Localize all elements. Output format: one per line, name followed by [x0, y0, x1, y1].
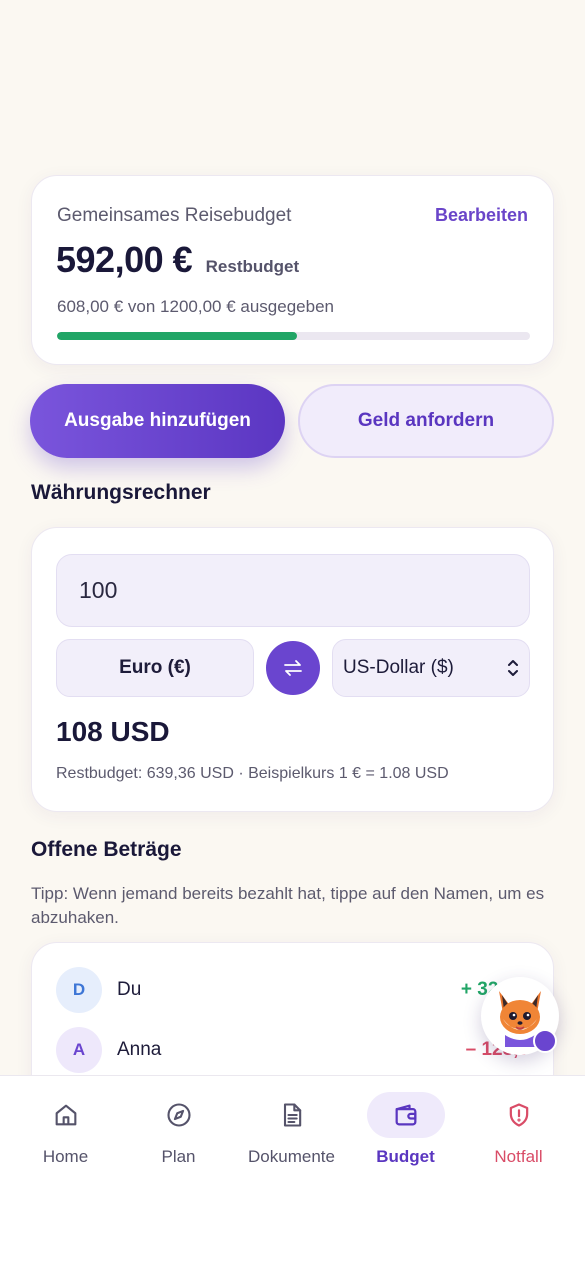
request-money-button[interactable]: Geld anfordern: [298, 384, 554, 458]
bottom-navigation: Home Plan Dokumente Budget Notfall: [0, 1075, 585, 1268]
nav-label: Home: [42, 1147, 89, 1166]
budget-title: Gemeinsames Reisebudget: [57, 205, 292, 226]
conversion-note: Restbudget: 639,36 USD · Beispielkurs 1 …: [56, 765, 449, 782]
avatar: A: [56, 1027, 102, 1073]
compass-icon: [166, 1103, 191, 1127]
open-amounts-tip: Tipp: Wenn jemand bereits bezahlt hat, t…: [31, 884, 545, 927]
person-name: Anna: [117, 1039, 162, 1060]
nav-item-budget[interactable]: Budget: [349, 1076, 462, 1186]
nav-label: Dokumente: [248, 1147, 335, 1166]
spent-summary: 608,00 € von 1200,00 € ausgegeben: [57, 297, 334, 316]
nav-label: Budget: [376, 1147, 435, 1166]
nav-label: Notfall: [494, 1147, 543, 1166]
nav-item-home[interactable]: Home: [9, 1076, 122, 1186]
document-icon: [283, 1103, 301, 1127]
person-name: Du: [117, 979, 142, 1000]
select-chevron-icon: [507, 657, 519, 681]
to-currency-select[interactable]: US-Dollar ($): [332, 639, 530, 697]
budget-progress-fill: [57, 332, 297, 340]
nav-item-dokumente[interactable]: Dokumente: [235, 1076, 348, 1186]
open-amounts-title: Offene Beträge: [31, 838, 182, 861]
home-icon: [55, 1104, 76, 1126]
nav-item-plan[interactable]: Plan: [122, 1076, 235, 1186]
swap-icon: [284, 660, 302, 676]
wallet-icon: [395, 1104, 416, 1126]
from-currency-button[interactable]: Euro (€): [56, 639, 254, 697]
amount-input[interactable]: 100: [56, 554, 530, 627]
currency-converter-card: 100 Euro (€) US-Dollar ($) 108 USD Restb…: [31, 527, 554, 812]
list-item[interactable]: D Du + 320: [56, 967, 531, 1013]
conversion-result: 108 USD: [56, 716, 170, 747]
remaining-amount: 592,00 € Restbudget: [56, 239, 299, 281]
swap-currencies-button[interactable]: [266, 641, 320, 695]
nav-item-notfall[interactable]: Notfall: [462, 1076, 575, 1186]
shield-alert-icon: [509, 1103, 528, 1127]
to-currency-value: US-Dollar ($): [343, 657, 454, 678]
remaining-amount-value: 592,00 €: [56, 239, 193, 280]
nav-label: Plan: [161, 1147, 196, 1166]
budget-card: Gemeinsames Reisebudget Bearbeiten 592,0…: [31, 175, 554, 365]
edit-budget-link[interactable]: Bearbeiten: [435, 205, 528, 226]
chat-badge-icon: [533, 1029, 557, 1053]
budget-progress-bar: [57, 332, 530, 340]
currency-converter-title: Währungsrechner: [31, 481, 211, 504]
list-item[interactable]: A Anna – 128,0: [56, 1027, 531, 1073]
assistant-fox-button[interactable]: [481, 977, 559, 1055]
remaining-label: Restbudget: [205, 257, 300, 276]
avatar: D: [56, 967, 102, 1013]
add-expense-button[interactable]: Ausgabe hinzufügen: [30, 384, 285, 458]
